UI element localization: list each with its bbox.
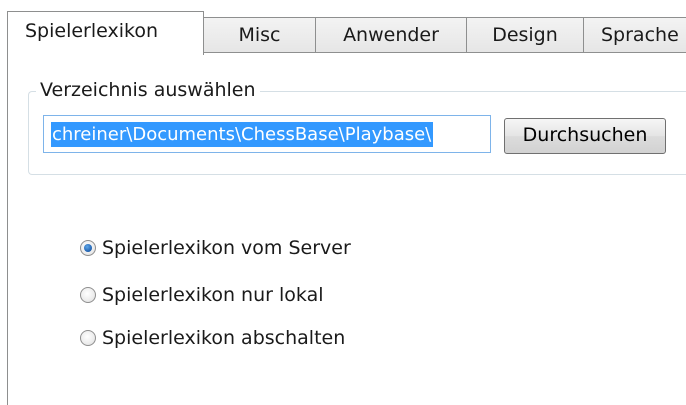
radio-label-server: Spielerlexikon vom Server xyxy=(102,237,351,259)
directory-path-selected-text: chreiner\Documents\ChessBase\Playbase\ xyxy=(51,122,434,147)
tab-spielerlexikon[interactable]: Spielerlexikon xyxy=(7,11,204,55)
radio-button-unchecked[interactable] xyxy=(80,287,96,303)
browse-button[interactable]: Durchsuchen xyxy=(504,118,666,154)
radio-label-local: Spielerlexikon nur lokal xyxy=(102,284,324,306)
directory-group-title: Verzeichnis auswählen xyxy=(36,78,260,102)
tab-strip: Misc Anwender Design Sprache Spielerlexi… xyxy=(0,0,686,60)
radio-option-server[interactable]: Spielerlexikon vom Server xyxy=(80,233,351,263)
radio-button-checked[interactable] xyxy=(80,240,96,256)
settings-dialog: Misc Anwender Design Sprache Spielerlexi… xyxy=(0,0,686,405)
tab-misc[interactable]: Misc xyxy=(203,17,316,53)
radio-option-local[interactable]: Spielerlexikon nur lokal xyxy=(80,280,324,310)
tab-design[interactable]: Design xyxy=(466,17,584,53)
directory-path-field[interactable]: chreiner\Documents\ChessBase\Playbase\ xyxy=(43,115,491,153)
tab-anwender[interactable]: Anwender xyxy=(315,17,467,53)
radio-button-unchecked[interactable] xyxy=(80,330,96,346)
tab-sprache[interactable]: Sprache xyxy=(583,17,686,53)
radio-option-off[interactable]: Spielerlexikon abschalten xyxy=(80,323,345,353)
radio-label-off: Spielerlexikon abschalten xyxy=(102,327,346,349)
